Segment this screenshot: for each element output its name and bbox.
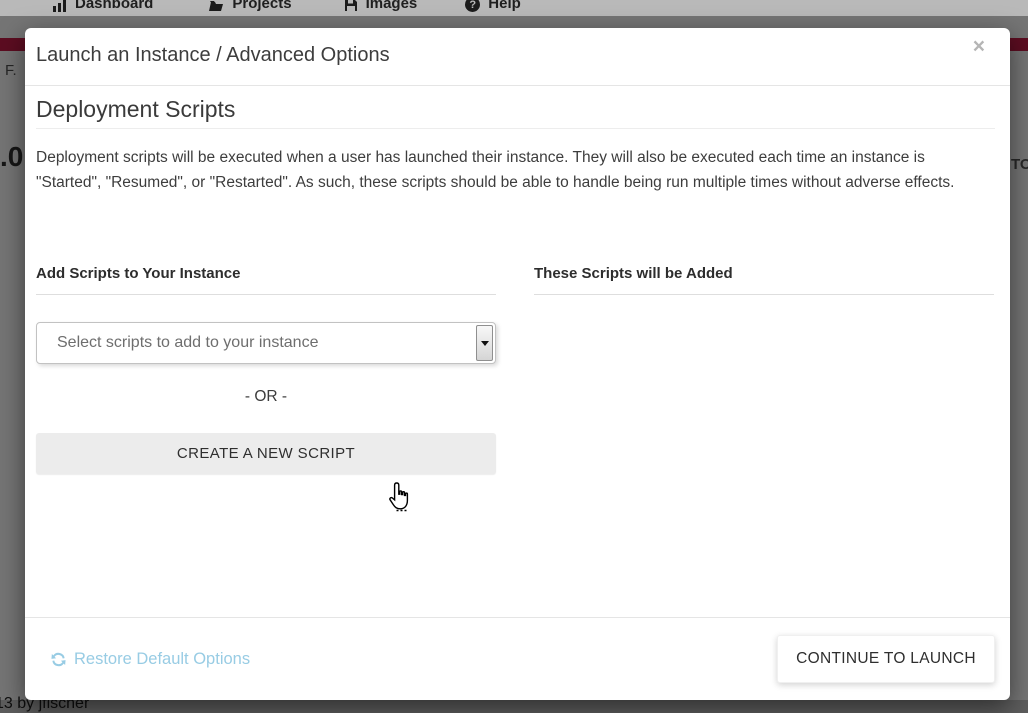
added-scripts-column: These Scripts will be Added <box>534 265 994 474</box>
nav-item-images[interactable]: Images <box>344 0 418 16</box>
close-icon[interactable]: × <box>973 36 985 57</box>
nav-label: Projects <box>232 0 291 12</box>
section-heading: Deployment Scripts <box>36 96 995 129</box>
add-scripts-column: Add Scripts to Your Instance Select scri… <box>36 265 496 474</box>
background-title-fragment: .0 <box>0 141 23 173</box>
or-separator: - OR - <box>36 388 496 406</box>
nav-label: Images <box>366 0 418 12</box>
nav-item-dashboard[interactable]: Dashboard <box>52 0 153 16</box>
modal-header: Launch an Instance / Advanced Options × <box>25 28 1010 86</box>
select-dropdown-button[interactable] <box>476 325 493 361</box>
columns-row: Add Scripts to Your Instance Select scri… <box>36 265 995 474</box>
section-description: Deployment scripts will be executed when… <box>36 145 984 195</box>
modal-title: Launch an Instance / Advanced Options <box>36 44 390 67</box>
background-bottom-strip <box>0 700 1028 713</box>
modal-body: Deployment Scripts Deployment scripts wi… <box>25 96 1010 474</box>
screen: Dashboard Projects Images ? Help F. .0 T… <box>0 0 1028 713</box>
scripts-select[interactable]: Select scripts to add to your instance <box>36 322 496 364</box>
add-scripts-heading: Add Scripts to Your Instance <box>36 265 496 295</box>
added-scripts-heading: These Scripts will be Added <box>534 265 994 295</box>
folder-icon <box>208 0 224 16</box>
chevron-down-icon <box>481 341 489 346</box>
restore-default-options-label: Restore Default Options <box>74 650 250 669</box>
advanced-options-modal: Launch an Instance / Advanced Options × … <box>25 28 1010 700</box>
refresh-icon <box>50 651 67 668</box>
nav-label: Dashboard <box>75 0 153 12</box>
save-icon <box>344 0 358 16</box>
nav-item-projects[interactable]: Projects <box>208 0 291 16</box>
background-text-fragment: TO <box>1011 156 1028 173</box>
scripts-select-placeholder: Select scripts to add to your instance <box>37 334 318 352</box>
nav-item-help[interactable]: ? Help <box>465 0 521 12</box>
restore-default-options-link[interactable]: Restore Default Options <box>50 618 250 700</box>
background-text-fragment: F. <box>5 62 17 79</box>
modal-footer: Restore Default Options CONTINUE TO LAUN… <box>25 617 1010 700</box>
continue-to-launch-button[interactable]: CONTINUE TO LAUNCH <box>777 635 995 683</box>
bar-chart-icon <box>52 0 67 16</box>
help-icon: ? <box>465 0 480 12</box>
create-new-script-button[interactable]: CREATE A NEW SCRIPT <box>36 433 496 474</box>
nav-label: Help <box>488 0 521 12</box>
background-nav-bar: Dashboard Projects Images ? Help <box>0 0 1028 16</box>
